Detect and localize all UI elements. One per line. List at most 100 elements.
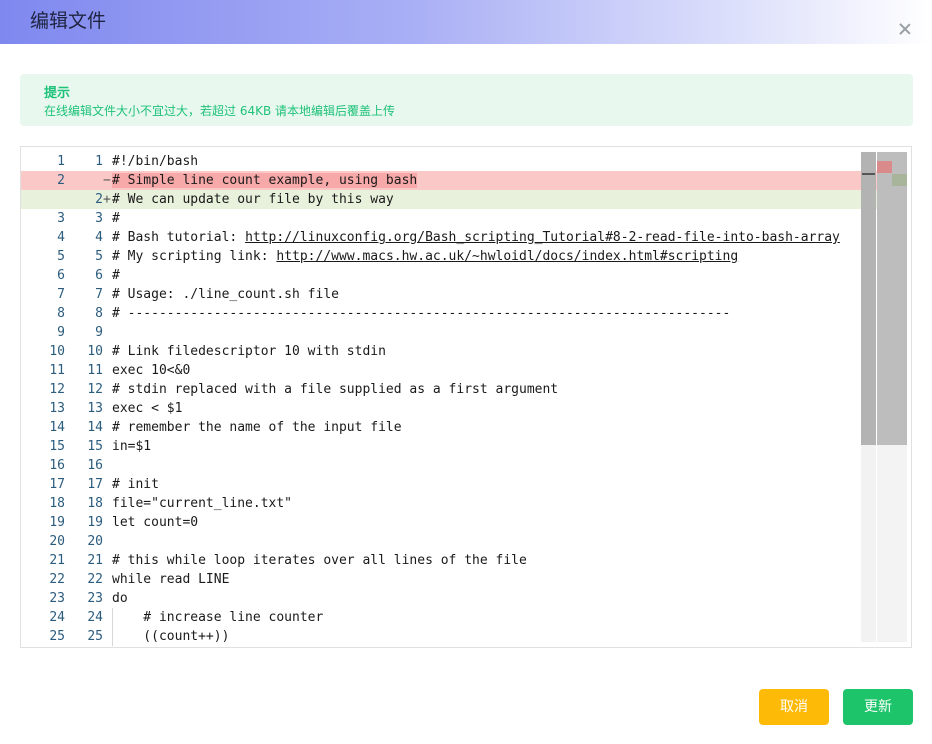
code-line[interactable]: 10 10 # Link filedescriptor 10 with stdin: [21, 342, 877, 361]
modified-line-number: 21: [87, 553, 103, 568]
code-line[interactable]: 15 15 in=$1: [21, 437, 877, 456]
code-content: # remember the name of the input file: [112, 420, 402, 435]
code-line[interactable]: 3 3 #: [21, 209, 877, 228]
code-line[interactable]: 6 6 #: [21, 266, 877, 285]
code-text: # Simple line count example, using bash: [112, 171, 418, 190]
code-content: # Usage: ./line_count.sh file: [112, 287, 339, 302]
editor-lines: 1 1 #!/bin/bash 2− # Simple line count examp…: [21, 152, 877, 646]
code-text: #: [112, 209, 120, 228]
modified-line-number: 14: [87, 420, 103, 435]
code-line[interactable]: 5 5 # My scripting link: http://www.macs.h…: [21, 247, 877, 266]
code-line[interactable]: 18 18 file="current_line.txt": [21, 494, 877, 513]
code-text: # Usage: ./line_count.sh file: [112, 285, 339, 304]
code-link[interactable]: http://linuxconfig.org/Bash_scripting_Tu…: [245, 230, 840, 245]
original-line-number: 2: [57, 173, 65, 188]
code-line[interactable]: 13 13 exec < $1: [21, 399, 877, 418]
original-line-number: 15: [49, 439, 65, 454]
code-text: # My scripting link: http://www.macs.hw.…: [112, 247, 738, 266]
modified-line-number: 2: [95, 192, 103, 207]
code-line[interactable]: 16 16: [21, 456, 877, 475]
original-line-number: 4: [57, 230, 65, 245]
code-line[interactable]: 11 11 exec 10<&0: [21, 361, 877, 380]
original-line-number: 8: [57, 306, 65, 321]
original-line-number: 1: [57, 154, 65, 169]
original-line-number: 23: [49, 591, 65, 606]
code-line[interactable]: 7 7 # Usage: ./line_count.sh file: [21, 285, 877, 304]
original-line-number: 19: [49, 515, 65, 530]
code-line[interactable]: 12 12 # stdin replaced with a file supplie…: [21, 380, 877, 399]
update-button[interactable]: 更新: [843, 689, 913, 725]
original-line-number: 14: [49, 420, 65, 435]
code-text: # Link filedescriptor 10 with stdin: [112, 342, 386, 361]
original-line-number: 17: [49, 477, 65, 492]
code-line[interactable]: 21 21 # this while loop iterates over all …: [21, 551, 877, 570]
code-content: # My scripting link:: [112, 249, 277, 264]
code-line[interactable]: 8 8 # ------------------------------------…: [21, 304, 877, 323]
code-content: # Bash tutorial:: [112, 230, 246, 245]
modified-line-number: 13: [87, 401, 103, 416]
original-line-number: 10: [49, 344, 65, 359]
original-line-number: 18: [49, 496, 65, 511]
code-link[interactable]: http://www.macs.hw.ac.uk/~hwloidl/docs/i…: [276, 249, 738, 264]
code-line[interactable]: 1 1 #!/bin/bash: [21, 152, 877, 171]
code-content: let count=0: [112, 515, 199, 530]
code-line[interactable]: 19 19 let count=0: [21, 513, 877, 532]
code-text: #: [112, 266, 120, 285]
code-text: do: [112, 589, 128, 608]
code-text: # --------------------------------------…: [112, 304, 730, 323]
code-content: # this while loop iterates over all line…: [112, 553, 527, 568]
modified-line-number: 4: [95, 230, 103, 245]
modified-line-number: 9: [95, 325, 103, 340]
original-line-number: 25: [49, 629, 65, 644]
modified-line-number: 3: [95, 211, 103, 226]
original-line-number: 11: [49, 363, 65, 378]
code-text: exec 10<&0: [112, 361, 190, 380]
modified-line-number: 25: [87, 629, 103, 644]
original-line-number: 6: [57, 268, 65, 283]
code-diff-editor[interactable]: 1 1 #!/bin/bash 2− # Simple line count examp…: [20, 146, 912, 648]
code-line[interactable]: 2− # Simple line count example, using bas…: [21, 171, 877, 190]
modified-line-number: 5: [95, 249, 103, 264]
code-content: file="current_line.txt": [112, 496, 293, 511]
original-line-number: 7: [57, 287, 65, 302]
code-line[interactable]: 4 4 # Bash tutorial: http://linuxconfig.or…: [21, 228, 877, 247]
code-text: #!/bin/bash: [112, 152, 198, 171]
code-text: # stdin replaced with a file supplied as…: [112, 380, 558, 399]
code-content: exec 10<&0: [112, 363, 191, 378]
code-line[interactable]: 22 22 while read LINE: [21, 570, 877, 589]
dialog-header: 编辑文件: [0, 0, 932, 44]
original-line-number: 24: [49, 610, 65, 625]
code-content: in=$1: [112, 439, 152, 454]
tip-banner: 提示 在线编辑文件大小不宜过大，若超过 64KB 请本地编辑后覆盖上传: [20, 74, 913, 126]
code-line[interactable]: 23 23 do: [21, 589, 877, 608]
modified-line-number: 19: [87, 515, 103, 530]
code-line[interactable]: 17 17 # init: [21, 475, 877, 494]
code-text: file="current_line.txt": [112, 494, 292, 513]
minimap-addition-marker: [892, 174, 907, 186]
code-text: # this while loop iterates over all line…: [112, 551, 527, 570]
code-content: # --------------------------------------…: [112, 306, 731, 321]
code-line[interactable]: 25 25 ((count++)): [21, 627, 877, 646]
close-icon[interactable]: [898, 22, 912, 36]
code-line[interactable]: 14 14 # remember the name of the input fil…: [21, 418, 877, 437]
modified-line-number: 12: [87, 382, 103, 397]
modified-line-number: 1: [95, 154, 103, 169]
code-text: exec < $1: [112, 399, 182, 418]
original-line-number: 20: [49, 534, 65, 549]
minimap-viewport[interactable]: [877, 152, 907, 445]
tip-text: 在线编辑文件大小不宜过大，若超过 64KB 请本地编辑后覆盖上传: [44, 104, 396, 118]
modified-line-number: 7: [95, 287, 103, 302]
code-content: #!/bin/bash: [112, 154, 199, 169]
minimap-deletion-marker: [877, 161, 892, 173]
code-content: while read LINE: [112, 572, 230, 587]
code-text: let count=0: [112, 513, 198, 532]
code-line[interactable]: 99: [21, 323, 877, 342]
scrollbar-thumb[interactable]: [861, 152, 876, 445]
original-line-number: 22: [49, 572, 65, 587]
modified-line-number: 10: [87, 344, 103, 359]
code-content: do: [112, 591, 128, 606]
code-line[interactable]: 2 + # We can update our file by this way: [21, 190, 877, 209]
cancel-button[interactable]: 取消: [759, 689, 829, 725]
code-line[interactable]: 20 20: [21, 532, 877, 551]
code-line[interactable]: 24 24 # increase line counter: [21, 608, 877, 627]
